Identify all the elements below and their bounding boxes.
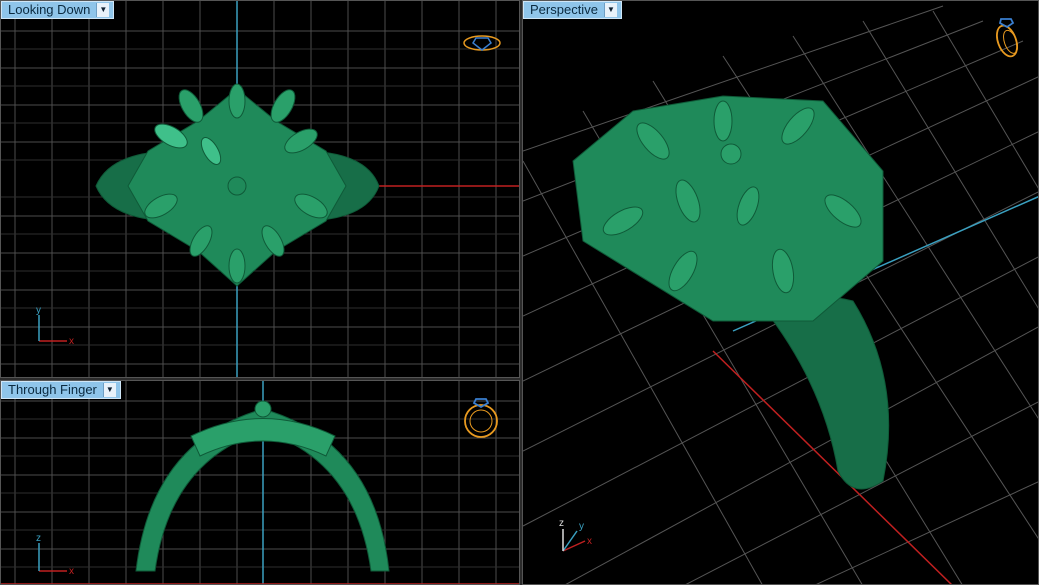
axis-x-label: x [69, 336, 74, 347]
chevron-down-icon[interactable]: ▼ [102, 383, 116, 397]
viewport-title: Perspective [530, 2, 598, 17]
chevron-down-icon[interactable]: ▼ [96, 3, 110, 17]
ring-perspective-view-icon [996, 18, 1018, 58]
ring-model-top [95, 83, 380, 287]
viewport-label-looking-down[interactable]: Looking Down ▼ [1, 1, 115, 19]
axis-x-label: x [587, 536, 592, 547]
viewport-canvas: x z [1, 381, 519, 584]
axis-z-label: z [36, 533, 41, 544]
viewport-perspective[interactable]: Perspective ▼ x y z [522, 0, 1039, 585]
viewport-title: Looking Down [8, 2, 91, 17]
axis-y-label: y [36, 305, 41, 316]
axis-x-label: x [69, 566, 74, 577]
viewport-title: Through Finger [8, 382, 97, 397]
ring-model-perspective [572, 95, 890, 490]
viewport-label-perspective[interactable]: Perspective ▼ [523, 1, 622, 19]
ring-front-view-icon [464, 398, 498, 438]
ring-top-view-icon [463, 35, 501, 51]
axis-triad: x z [36, 533, 74, 577]
viewport-label-through-finger[interactable]: Through Finger ▼ [1, 381, 121, 399]
axis-triad: x y z [559, 518, 592, 552]
viewport-looking-down[interactable]: Looking Down ▼ x y [0, 0, 520, 378]
chevron-down-icon[interactable]: ▼ [603, 3, 617, 17]
axis-triad: x y [36, 305, 74, 347]
axis-y-label: y [579, 521, 584, 532]
viewport-canvas: x y [1, 1, 519, 377]
axis-z-label: z [559, 518, 564, 529]
viewport-through-finger[interactable]: Through Finger ▼ x z [0, 380, 520, 585]
viewport-canvas: x y z [523, 5, 1038, 584]
